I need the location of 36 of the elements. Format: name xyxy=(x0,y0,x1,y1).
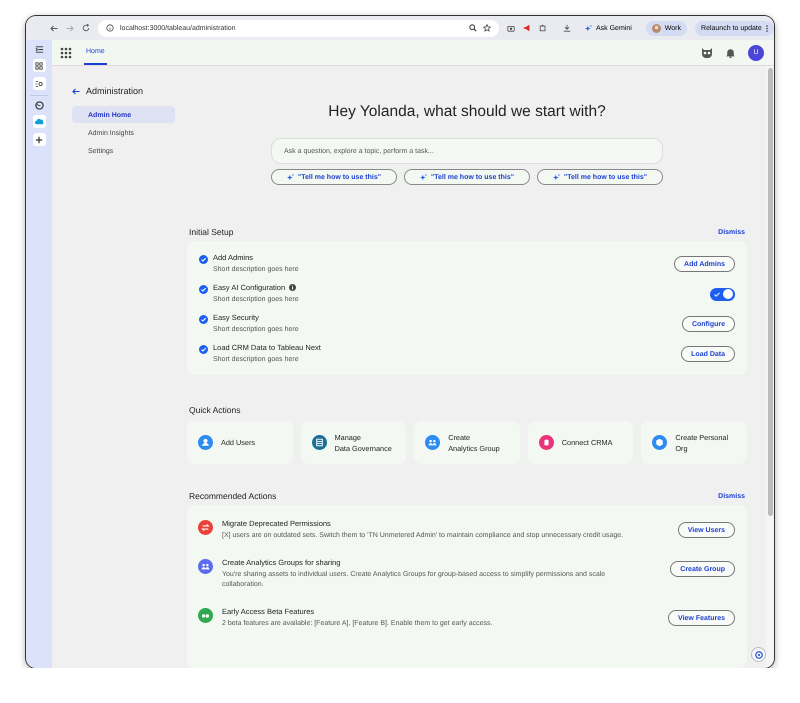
apps-grid-icon[interactable] xyxy=(60,46,72,58)
sparkle-icon xyxy=(420,174,427,181)
check-icon xyxy=(199,285,208,294)
sparkle-icon xyxy=(552,174,560,181)
reload-icon[interactable] xyxy=(82,24,90,32)
help-button[interactable] xyxy=(751,647,766,662)
sparkle-icon xyxy=(585,24,592,32)
megaphone-icon[interactable] xyxy=(523,24,531,32)
info-icon xyxy=(106,24,114,32)
back-arrow-icon[interactable] xyxy=(72,88,80,94)
apps-icon[interactable] xyxy=(32,59,46,72)
check-icon xyxy=(199,255,208,264)
check-icon xyxy=(199,345,208,354)
add-icon[interactable] xyxy=(32,133,46,146)
bell-icon[interactable] xyxy=(725,47,736,58)
greeting-heading: Hey Yolanda, what should we start with? xyxy=(327,103,607,121)
zoom-icon[interactable] xyxy=(469,24,477,32)
check-icon xyxy=(714,292,720,297)
back-icon[interactable] xyxy=(50,24,58,32)
section-title: Quick Actions xyxy=(189,405,240,416)
download-icon[interactable] xyxy=(563,24,571,32)
section-title: Initial Setup xyxy=(189,227,234,238)
star-icon[interactable] xyxy=(483,24,491,32)
check-icon xyxy=(199,315,208,324)
more-icon xyxy=(766,24,768,32)
collapse-icon[interactable] xyxy=(34,45,44,54)
avatar-icon xyxy=(652,24,661,32)
camera-icon[interactable] xyxy=(507,24,515,32)
toggle-switch[interactable] xyxy=(710,288,735,301)
info-icon[interactable] xyxy=(289,284,296,292)
sparkle-icon xyxy=(286,174,294,181)
cloud-icon[interactable] xyxy=(32,115,46,128)
sidebar-title: Administration xyxy=(86,86,144,96)
scrollbar[interactable] xyxy=(766,66,774,668)
section-title: Recommended Actions xyxy=(189,491,276,502)
help-icon xyxy=(754,650,762,658)
